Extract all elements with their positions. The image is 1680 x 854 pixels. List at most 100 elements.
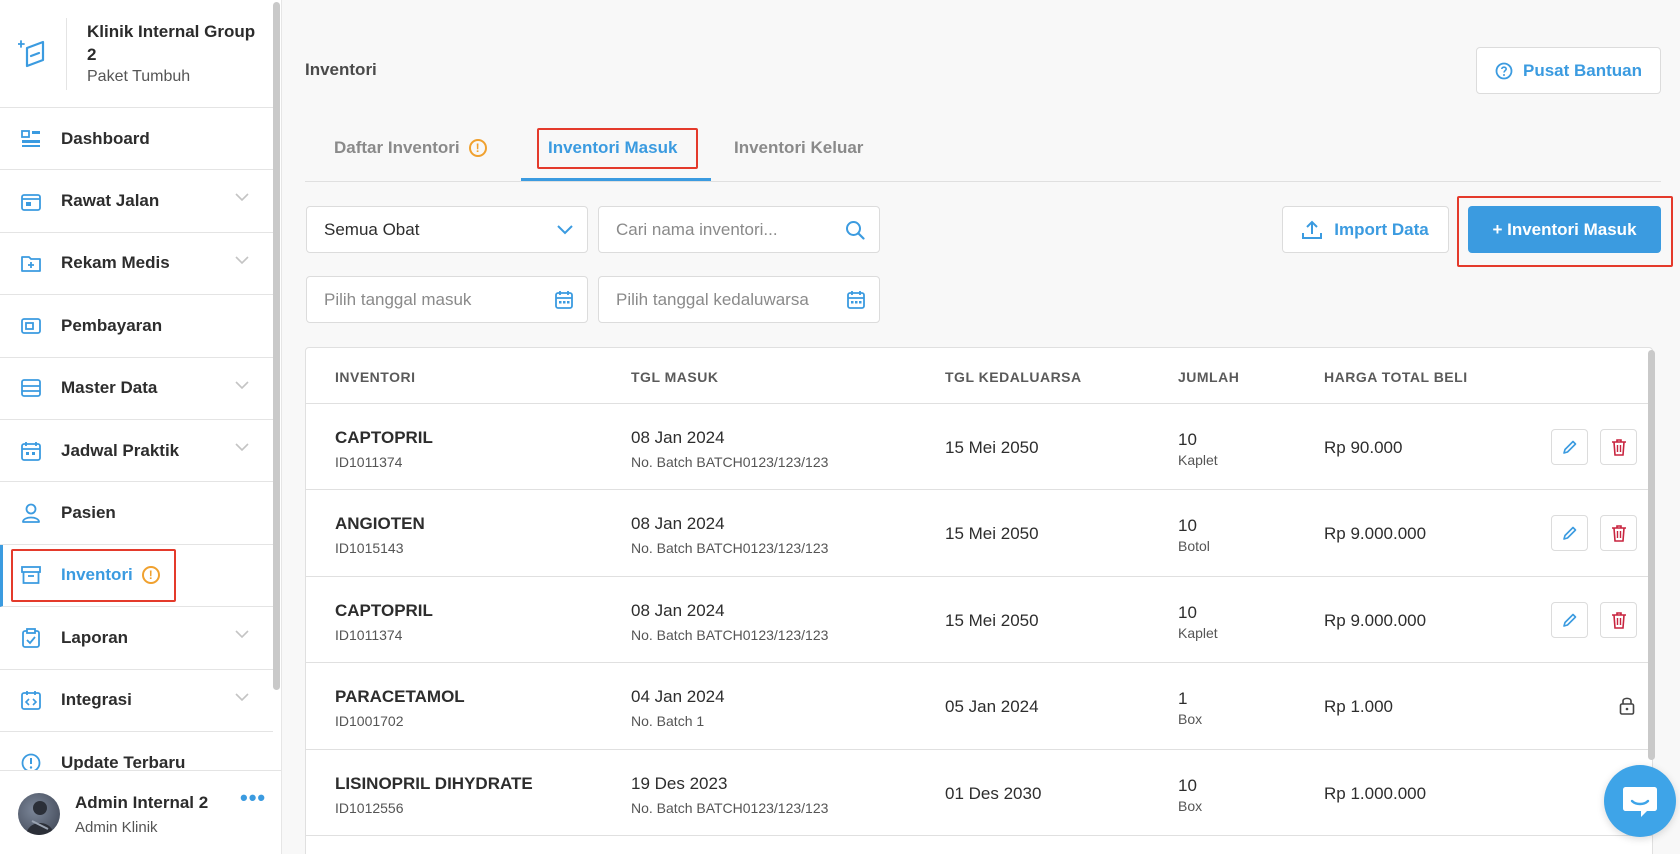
import-data-button[interactable]: Import Data	[1282, 206, 1449, 253]
pencil-icon	[1562, 440, 1576, 454]
total-price: Rp 9.000.000	[1324, 610, 1427, 630]
chevron-down-icon	[235, 380, 249, 389]
table-row: LISINOPRIL DIHYDRATE ID1012556 19 Des 20…	[306, 750, 1652, 836]
sidebar-item-rekam-medis[interactable]: Rekam Medis	[0, 233, 273, 296]
total-price: Rp 90.000	[1324, 438, 1403, 457]
sidebar-item-master-data[interactable]: Master Data	[0, 358, 273, 420]
sidebar-item-laporan[interactable]: Laporan	[0, 607, 273, 670]
table-row: CAPTOPRIL ID1011374 08 Jan 2024 No. Batc…	[306, 577, 1652, 664]
search-input[interactable]	[616, 219, 836, 240]
column-header-tgl-masuk: TGL MASUK	[631, 369, 719, 385]
tab-label: Daftar Inventori	[334, 138, 460, 157]
sidebar-item-dashboard[interactable]: Dashboard	[0, 108, 273, 171]
trash-icon	[1611, 611, 1626, 629]
sidebar-item-label: Rekam Medis	[61, 253, 170, 273]
quantity: 10	[1178, 602, 1197, 622]
sidebar-item-inventori[interactable]: Inventori !	[0, 544, 273, 608]
pencil-icon	[1562, 527, 1576, 541]
tab-label: Inventori Masuk	[548, 138, 678, 157]
outpatient-icon	[20, 190, 42, 212]
table-header: INVENTORI TGL MASUK TGL KEDALUARSA JUMLA…	[306, 348, 1652, 404]
column-header-tgl-kedaluarsa: TGL KEDALUARSA	[945, 369, 1082, 385]
delete-button[interactable]	[1600, 515, 1637, 552]
expiry-date: 15 Mei 2050	[945, 524, 1039, 544]
search-field[interactable]	[598, 206, 880, 253]
edit-button[interactable]	[1551, 601, 1588, 638]
tab-bar: Daftar Inventori ! Inventori Masuk Inven…	[305, 128, 1661, 182]
clinic-plan: Paket Tumbuh	[87, 68, 191, 85]
item-name: PARACETAMOL	[335, 687, 465, 707]
master-data-icon	[20, 377, 42, 399]
batch-number: No. Batch BATCH0123/123/123	[631, 626, 829, 643]
column-header-jumlah: JUMLAH	[1178, 369, 1240, 385]
tab-label: Inventori Keluar	[734, 138, 864, 157]
sidebar-item-pasien[interactable]: Pasien	[0, 482, 273, 545]
column-header-inventori: INVENTORI	[335, 369, 416, 385]
expiry-date: 15 Mei 2050	[945, 610, 1039, 630]
inventory-table: INVENTORI TGL MASUK TGL KEDALUARSA JUMLA…	[305, 347, 1653, 854]
medical-record-icon	[20, 252, 42, 274]
trash-icon	[1611, 439, 1626, 456]
date-in-picker[interactable]: Pilih tanggal masuk	[306, 276, 588, 323]
date-exp-placeholder: Pilih tanggal kedaluwarsa	[616, 289, 809, 309]
date-in: 08 Jan 2024	[631, 428, 725, 447]
more-options-icon[interactable]: •••	[240, 787, 266, 809]
date-exp-picker[interactable]: Pilih tanggal kedaluwarsa	[598, 276, 880, 323]
sidebar-item-label: Dashboard	[61, 128, 150, 148]
total-price: Rp 1.000.000	[1324, 783, 1427, 803]
tab-inventori-keluar[interactable]: Inventori Keluar	[734, 138, 863, 158]
tab-daftar-inventori[interactable]: Daftar Inventori !	[334, 138, 487, 158]
edit-button[interactable]	[1551, 429, 1588, 465]
sidebar-item-label: Pasien	[61, 503, 116, 523]
sidebar-nav: Dashboard Rawat Jalan Rekam Medis Pembay…	[0, 108, 273, 795]
upload-icon	[1302, 220, 1323, 239]
add-inventori-masuk-button[interactable]: + Inventori Masuk	[1468, 206, 1661, 253]
quantity: 1	[1178, 689, 1188, 709]
unit: Kaplet	[1178, 624, 1218, 641]
integration-icon	[20, 689, 42, 711]
table-row: CAPTOPRIL ID1011374 08 Jan 2024 No. Batc…	[306, 404, 1652, 491]
date-in: 08 Jan 2024	[631, 514, 725, 534]
date-in: 04 Jan 2024	[631, 687, 725, 707]
item-name: CAPTOPRIL	[335, 428, 433, 447]
sidebar: Klinik Internal Group 2 Paket Tumbuh Das…	[0, 0, 282, 854]
expiry-date: 05 Jan 2024	[945, 697, 1039, 717]
user-profile[interactable]: Admin Internal 2 Admin Klinik •••	[0, 770, 281, 854]
chat-support-button[interactable]	[1604, 765, 1676, 837]
unit: Botol	[1178, 538, 1210, 555]
batch-number: No. Batch BATCH0123/123/123	[631, 454, 829, 470]
dashboard-icon	[20, 128, 42, 150]
delete-button[interactable]	[1600, 429, 1637, 465]
sidebar-scrollbar[interactable]	[273, 2, 280, 690]
table-row: ANGIOTEN ID1015143 08 Jan 2024 No. Batch…	[306, 490, 1652, 577]
archive-icon	[20, 564, 42, 586]
calendar-icon	[555, 291, 573, 309]
sidebar-item-pembayaran[interactable]: Pembayaran	[0, 295, 273, 358]
page-title: Inventori	[305, 60, 377, 79]
lock-icon	[1619, 697, 1635, 715]
brand-header: Klinik Internal Group 2 Paket Tumbuh	[0, 0, 273, 108]
date-in-placeholder: Pilih tanggal masuk	[324, 289, 472, 309]
item-id: ID1015143	[335, 540, 404, 557]
sidebar-item-jadwal-praktik[interactable]: Jadwal Praktik	[0, 420, 273, 483]
category-select[interactable]: Semua Obat	[306, 206, 588, 253]
batch-number: No. Batch BATCH0123/123/123	[631, 540, 829, 557]
sidebar-item-integrasi[interactable]: Integrasi	[0, 670, 273, 732]
user-role: Admin Klinik	[75, 819, 158, 836]
edit-button[interactable]	[1551, 515, 1588, 552]
item-id: ID1001702	[335, 713, 404, 730]
date-in: 19 Des 2023	[631, 773, 728, 793]
sidebar-item-label: Laporan	[61, 627, 129, 647]
table-scrollbar[interactable]	[1648, 350, 1655, 760]
delete-button[interactable]	[1600, 601, 1637, 638]
unit: Box	[1178, 797, 1203, 814]
unit: Box	[1178, 711, 1203, 728]
search-icon[interactable]	[845, 220, 865, 240]
sidebar-item-rawat-jalan[interactable]: Rawat Jalan	[0, 170, 273, 233]
column-header-harga-total-beli: HARGA TOTAL BELI	[1324, 369, 1468, 385]
user-name: Admin Internal 2	[75, 793, 209, 812]
sidebar-item-label: Integrasi	[61, 690, 132, 710]
help-center-button[interactable]: Pusat Bantuan	[1476, 47, 1661, 94]
tab-inventori-masuk[interactable]: Inventori Masuk	[548, 138, 677, 158]
item-id: ID1011374	[335, 454, 403, 470]
